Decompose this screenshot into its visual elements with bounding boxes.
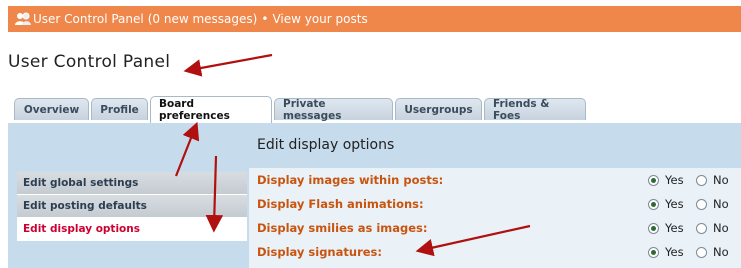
radio-yes-group[interactable]: Yes	[648, 197, 684, 211]
radio-no[interactable]	[696, 222, 707, 234]
radio-yes[interactable]	[648, 174, 659, 186]
radio-yes[interactable]	[648, 222, 659, 234]
tab-board-preferences[interactable]: Board preferences	[150, 96, 272, 123]
radio-no[interactable]	[696, 174, 707, 186]
new-messages-count[interactable]: (0 new messages)	[148, 12, 258, 26]
annotation-arrow	[183, 53, 273, 77]
panel-title: Edit display options	[257, 137, 395, 153]
sidebar-menu: Edit global settings Edit posting defaul…	[17, 172, 247, 241]
options-form: Display images within posts: Yes No Disp…	[249, 168, 741, 268]
top-bar: User Control Panel (0 new messages) • Vi…	[8, 6, 741, 32]
option-row: Display signatures: Yes No	[249, 240, 741, 264]
radio-yes[interactable]	[648, 198, 659, 210]
radio-yes-group[interactable]: Yes	[648, 221, 684, 235]
view-posts-link[interactable]: View your posts	[272, 12, 367, 26]
radio-yes-label: Yes	[665, 221, 684, 235]
radio-no-group[interactable]: No	[696, 173, 729, 187]
radio-no-label: No	[713, 173, 729, 187]
tab-profile[interactable]: Profile	[91, 98, 148, 120]
radio-no-label: No	[713, 221, 729, 235]
radio-no-group[interactable]: No	[696, 245, 729, 259]
tab-usergroups[interactable]: Usergroups	[395, 98, 482, 120]
sidebar-item-posting-defaults[interactable]: Edit posting defaults	[17, 195, 247, 218]
radio-yes-label: Yes	[665, 245, 684, 259]
radio-no-group[interactable]: No	[696, 197, 729, 211]
option-label: Display Flash animations:	[257, 197, 424, 211]
sidebar-item-display-options[interactable]: Edit display options	[17, 218, 247, 241]
radio-no-group[interactable]: No	[696, 221, 729, 235]
radio-yes-group[interactable]: Yes	[648, 245, 684, 259]
radio-yes-label: Yes	[665, 197, 684, 211]
option-row: Display smilies as images: Yes No	[249, 216, 741, 240]
radio-yes[interactable]	[648, 246, 659, 258]
ucp-link[interactable]: User Control Panel	[33, 12, 144, 26]
radio-no-label: No	[713, 245, 729, 259]
option-row: Display Flash animations: Yes No	[249, 192, 741, 216]
sidebar-item-global-settings[interactable]: Edit global settings	[17, 172, 247, 195]
option-label: Display images within posts:	[257, 173, 444, 187]
separator: •	[261, 12, 269, 26]
option-label: Display smilies as images:	[257, 221, 428, 235]
option-row: Display images within posts: Yes No	[249, 168, 741, 192]
option-label: Display signatures:	[257, 245, 382, 259]
radio-no[interactable]	[696, 198, 707, 210]
radio-yes-label: Yes	[665, 173, 684, 187]
tab-friends-foes[interactable]: Friends & Foes	[484, 98, 586, 122]
radio-no[interactable]	[696, 246, 707, 258]
tab-overview[interactable]: Overview	[14, 98, 89, 120]
tab-bar: Overview Profile Board preferences Priva…	[14, 96, 588, 123]
tab-private-messages[interactable]: Private messages	[274, 98, 393, 122]
radio-no-label: No	[713, 197, 729, 211]
users-icon	[15, 12, 31, 25]
page-title: User Control Panel	[8, 52, 171, 72]
radio-yes-group[interactable]: Yes	[648, 173, 684, 187]
